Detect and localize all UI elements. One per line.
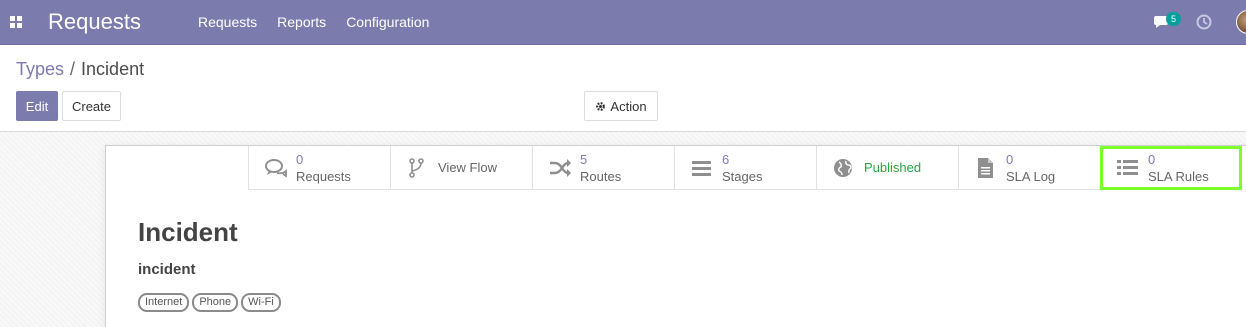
tag-list: Internet Phone Wi-Fi bbox=[138, 293, 281, 312]
chat-count-badge: 5 bbox=[1166, 12, 1181, 26]
published-smart-button[interactable]: Published bbox=[816, 146, 958, 190]
view-flow-smart-button[interactable]: View Flow bbox=[390, 146, 532, 190]
sla-log-label: SLA Log bbox=[1006, 169, 1056, 184]
sla-log-count: 0 bbox=[1006, 152, 1014, 167]
breadcrumb-current: Incident bbox=[81, 59, 145, 79]
action-label: Action bbox=[610, 98, 647, 114]
globe-icon bbox=[834, 159, 852, 177]
requests-label: Requests bbox=[296, 169, 351, 184]
routes-smart-button[interactable]: 5 Routes bbox=[532, 146, 674, 190]
view-flow-label: View Flow bbox=[438, 160, 498, 175]
smart-button-box: 0 Requests View Flow 5 Routes 6 Stages P… bbox=[248, 146, 1246, 190]
sla-rules-smart-button[interactable]: 0 SLA Rules bbox=[1100, 146, 1242, 190]
flow-icon bbox=[409, 158, 424, 178]
menu-reports[interactable]: Reports bbox=[267, 0, 336, 45]
stages-label: Stages bbox=[722, 169, 763, 184]
breadcrumb-separator: / bbox=[70, 59, 76, 79]
menu-configuration[interactable]: Configuration bbox=[336, 0, 439, 45]
app-brand: Requests bbox=[48, 9, 141, 34]
menu-requests[interactable]: Requests bbox=[188, 0, 267, 45]
bars-icon bbox=[692, 161, 711, 176]
published-label: Published bbox=[864, 160, 922, 175]
apps-menu-icon[interactable] bbox=[10, 16, 22, 28]
record-code: incident bbox=[138, 261, 196, 278]
tag-internet: Internet bbox=[138, 293, 190, 312]
comments-icon bbox=[265, 159, 287, 178]
list-icon bbox=[1117, 160, 1138, 175]
action-button[interactable]: Action bbox=[584, 91, 658, 121]
gear-icon bbox=[596, 101, 606, 111]
top-menu: Requests Reports Configuration bbox=[188, 0, 439, 45]
record-name: Incident bbox=[138, 217, 238, 247]
sla-rules-count: 0 bbox=[1148, 152, 1156, 167]
tag-phone: Phone bbox=[192, 293, 239, 312]
breadcrumb-types[interactable]: Types bbox=[16, 59, 64, 80]
edit-button[interactable]: Edit bbox=[16, 91, 58, 121]
user-avatar[interactable] bbox=[1236, 10, 1246, 34]
stages-count: 6 bbox=[722, 152, 730, 167]
tag-wifi: Wi-Fi bbox=[241, 293, 281, 312]
breadcrumb: Types / Incident bbox=[16, 59, 144, 80]
requests-count: 0 bbox=[296, 152, 304, 167]
create-button[interactable]: Create bbox=[62, 91, 121, 121]
sla-rules-label: SLA Rules bbox=[1148, 169, 1209, 184]
stages-smart-button[interactable]: 6 Stages bbox=[674, 146, 816, 190]
shuffle-icon bbox=[550, 159, 571, 177]
routes-label: Routes bbox=[580, 169, 622, 184]
requests-smart-button[interactable]: 0 Requests bbox=[248, 146, 390, 190]
activity-clock-icon[interactable] bbox=[1196, 14, 1212, 30]
sla-log-smart-button[interactable]: 0 SLA Log bbox=[958, 146, 1100, 190]
routes-count: 5 bbox=[580, 152, 588, 167]
top-navbar: Requests Requests Reports Configuration … bbox=[0, 0, 1246, 45]
file-icon bbox=[978, 158, 993, 178]
